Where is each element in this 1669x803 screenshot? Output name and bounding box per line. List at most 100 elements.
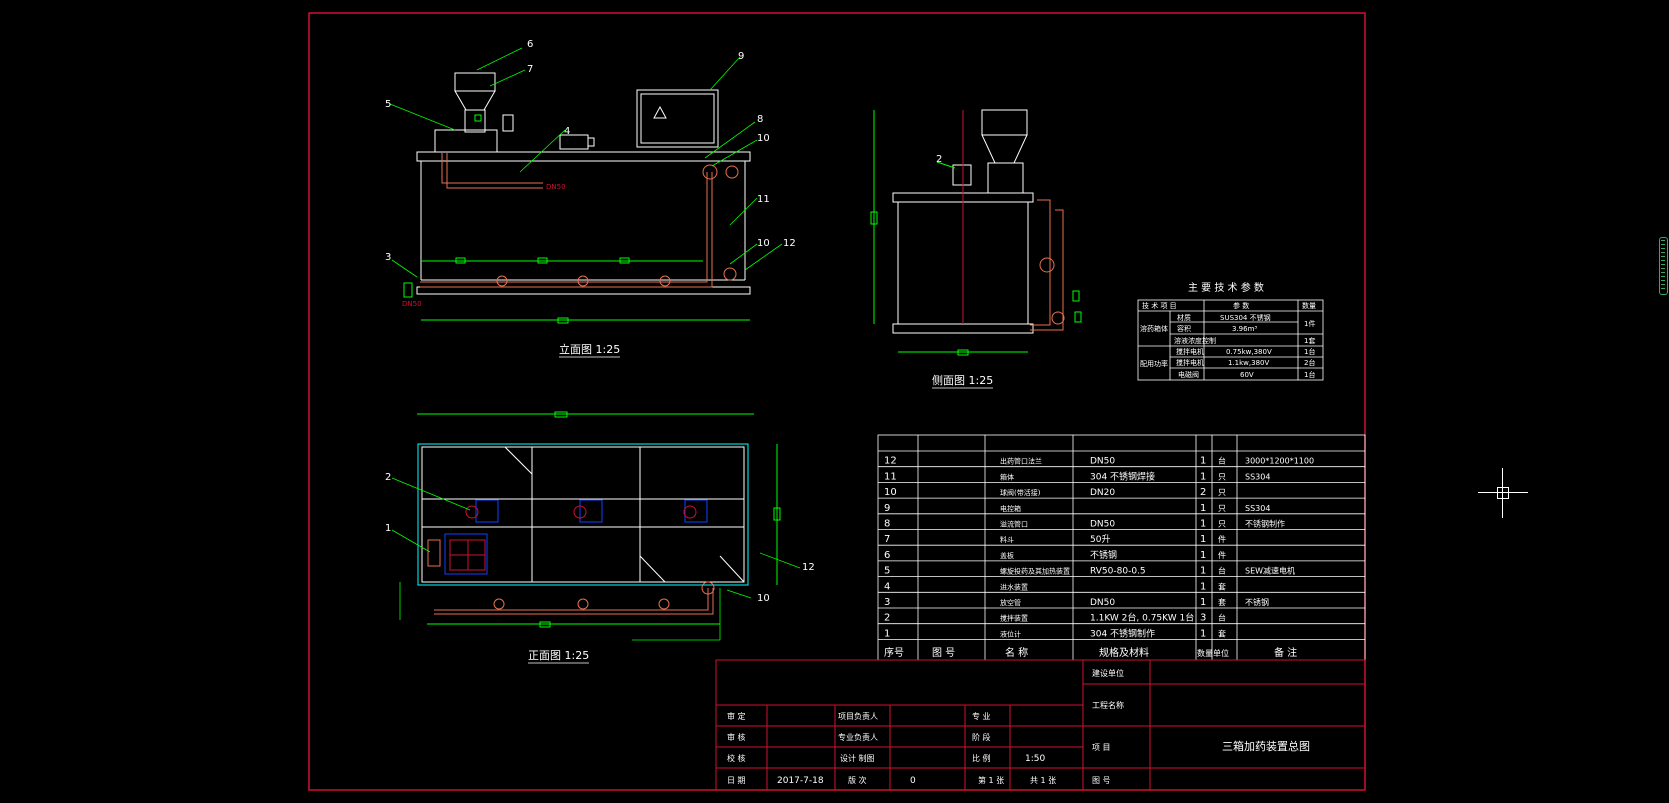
bom-cell-unit: 件 [1218,550,1226,560]
bom-cell-note: SS304 [1245,504,1270,513]
bom-cell-no: 1 [884,628,890,639]
bom-cell-no: 4 [884,581,890,592]
bom-cell-no: 6 [884,550,890,561]
tech-header-item: 技 术 项 目 [1142,301,1177,310]
callout-3: 3 [385,252,391,263]
callout-4: 4 [564,126,570,137]
tb-drawing-no: 图 号 [1092,776,1111,785]
tech-header-param: 参 数 [1233,301,1249,310]
tb-design-unit: 建设单位 [1092,668,1124,678]
tb-stage: 阶 段 [972,732,991,742]
bom-header-note: 备 注 [1274,646,1297,659]
bom-cell-unit: 只 [1218,472,1226,481]
tech-params-table: 主 要 技 术 参 数 技 术 项 目 参 数 数量 溶药箱体 配用功率 材质 … [1137,281,1324,381]
bom-cell-no: 10 [884,487,897,498]
bom-rows: 12 出药管口法兰 DN50 1 台 3000*1200*110011 箱体 304 不锈钢焊… [878,450,1365,640]
bom-cell-note: 不锈钢 [1245,597,1269,607]
bom-cell-no: 9 [884,503,890,514]
bom-table: 12 出药管口法兰 DN50 1 台 3000*1200*110011 箱体 304 不锈钢焊… [877,434,1366,661]
bom-cell-spec: DN20 [1090,488,1115,498]
plan-callout-12: 12 [802,562,815,573]
tech-row-5-qty: 2台 [1304,358,1315,367]
bom-cell-unit: 台 [1218,456,1226,466]
callout-6: 6 [527,39,533,50]
bom-cell-qty: 2 [1200,487,1206,498]
bom-cell-spec: 1.1KW 2台, 0.75KW 1台 [1090,612,1194,624]
bom-cell-unit: 只 [1218,520,1226,529]
bom-cell-name: 球阀(带活接) [1000,488,1041,497]
bom-cell-no: 2 [884,613,890,624]
bom-cell-unit: 件 [1218,534,1226,544]
bom-cell-qty: 1 [1200,519,1206,530]
tb-drawing-title: 三箱加药装置总图 [1222,739,1310,753]
tb-design-draw: 设计 制图 [840,753,875,763]
bom-cell-spec: DN50 [1090,457,1115,467]
plan-view-title: 正面图 1:25 [528,649,589,662]
tb-review: 审 核 [727,732,746,742]
bom-cell-name: 搅拌装置 [1000,614,1028,623]
plan-callout-1: 1 [385,523,391,534]
tb-date: 2017-7-18 [777,776,824,786]
bom-cell-qty: 1 [1200,471,1206,482]
bom-cell-name: 箱体 [1000,472,1014,481]
tech-row-6-param: 60V [1240,371,1254,379]
bom-cell-unit: 台 [1218,613,1226,623]
tech-group-1: 溶药箱体 [1140,324,1168,333]
bom-cell-name: 电控箱 [1000,504,1021,513]
tech-params-title: 主 要 技 术 参 数 [1188,281,1264,294]
tech-row-5-item: 搅拌电机 [1176,358,1204,367]
bom-cell-name: 出药管口法兰 [1000,457,1042,466]
bom-cell-name: 螺旋投药及其加热装置 [1000,567,1070,576]
bom-cell-qty: 1 [1200,503,1206,514]
callout-5: 5 [385,99,391,110]
tb-version-label: 版 次 [848,775,867,785]
tech-row-6-item: 电磁阀 [1178,370,1199,379]
bom-header-spec: 规格及材料 [1099,646,1149,659]
callout-11: 11 [757,194,770,205]
tech-row-1-qty: 1件 [1304,319,1315,328]
tb-version: 0 [910,776,916,786]
bom-cell-name: 溢流管口 [1000,520,1028,529]
bom-cell-no: 3 [884,597,890,608]
bom-cell-spec: 不锈钢 [1090,549,1117,561]
tb-project-name: 工程名称 [1092,700,1124,710]
bom-cell-no: 5 [884,566,890,577]
tb-check: 校 核 [727,753,746,763]
elevation-view-title: 立面图 1:25 [559,342,620,356]
pipe-in-label: DN50 [402,300,422,308]
bom-header-qty: 数量 [1197,648,1213,658]
tb-approve: 审 定 [727,711,746,721]
bom-cell-no: 7 [884,534,890,545]
cursor-crosshair [1478,468,1528,518]
plan-callout-10: 10 [757,593,770,604]
bom-cell-unit: 套 [1218,581,1226,591]
bom-cell-name: 进水装置 [1000,582,1028,591]
bom-cell-unit: 套 [1218,628,1226,638]
title-block: 审 定 审 核 校 核 日 期 2017-7-18 项目负责人 专业负责人 设计… [715,659,1366,791]
tech-row-2-item: 容积 [1177,324,1191,333]
bom-cell-note: SS304 [1245,472,1270,481]
bom-cell-unit: 套 [1218,597,1226,607]
vertical-scrollbar[interactable] [1659,237,1668,295]
plan-callout-2: 2 [385,472,391,483]
bom-cell-no: 12 [884,456,897,467]
tb-discipline: 专 业 [972,711,991,721]
tech-row-5-param: 1.1kw,380V [1228,359,1269,367]
bom-cell-note: SEW减速电机 [1245,566,1295,576]
bom-cell-name: 液位计 [1000,629,1021,638]
tb-spec-lead: 专业负责人 [838,732,878,742]
tech-row-1-item: 材质 [1177,313,1191,322]
bom-cell-note: 3000*1200*1100 [1245,457,1314,466]
bom-cell-spec: 50升 [1090,534,1110,545]
bom-cell-no: 11 [884,471,897,482]
tech-row-3-item: 溶液浓度控制 [1174,336,1216,345]
callout-10-bottom: 10 [757,238,770,249]
callout-12: 12 [783,238,796,249]
bom-cell-unit: 台 [1218,566,1226,576]
callout-8: 8 [757,114,763,125]
bom-cell-qty: 1 [1200,534,1206,545]
bom-header-unit: 单位 [1213,648,1229,658]
tech-row-2-param: 3.96m³ [1232,325,1257,333]
bom-cell-no: 8 [884,519,890,530]
bom-cell-name: 放空管 [1000,598,1021,607]
